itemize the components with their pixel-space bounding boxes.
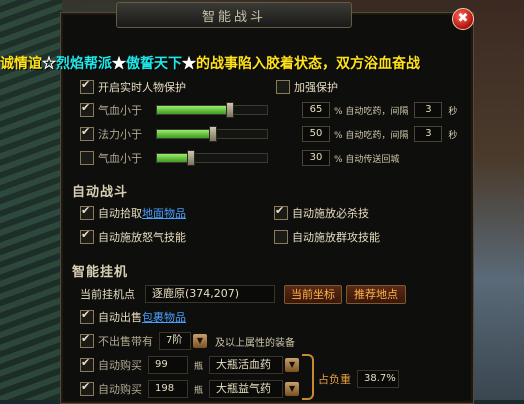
hang-point-row: 当前挂机点 逐鹿原(374,207) (80, 285, 275, 303)
hp-slider-thumb[interactable] (225, 102, 234, 118)
no-sell-level-dropdown-icon[interactable]: ▼ (193, 334, 207, 348)
auto-buy-hp-label: 自动购买 (98, 359, 142, 372)
no-sell-level-field[interactable]: 7阶 (159, 332, 191, 350)
hp-return-suffix: % 自动传送回城 (334, 154, 400, 165)
auto-battle-heading: 自动战斗 (72, 185, 129, 200)
auto-must-kill-label: 自动施放必杀技 (292, 207, 369, 220)
bag-items-link[interactable]: 包裹物品 (142, 309, 186, 325)
weight-row: 占负重 38.7% (318, 370, 399, 388)
hp-return-slider-fill (157, 154, 190, 162)
auto-buy-hp-unit: 瓶 (194, 361, 204, 372)
auto-buy-mp-label: 自动购买 (98, 383, 142, 396)
hp-suffix: % 自动吃药，间隔 (334, 106, 409, 117)
auto-sell-checkbox[interactable] (80, 308, 94, 324)
mp-slider-thumb[interactable] (209, 126, 217, 142)
marquee-part2: 烈焰帮派 (56, 56, 112, 72)
auto-must-kill-row: 自动施放必杀技 (274, 204, 369, 222)
auto-buy-hp-dropdown-icon[interactable]: ▼ (285, 358, 300, 372)
hp-slider-fill (157, 106, 229, 114)
mp-potion-checkbox[interactable] (80, 125, 94, 141)
marquee-star1: ☆ (42, 56, 56, 72)
hp-return-checkbox[interactable] (80, 151, 94, 165)
marquee-part3: 傲誓天下 (126, 56, 182, 72)
auto-rage-row: 自动施放怒气技能 (80, 228, 186, 246)
auto-pickup-checkbox[interactable] (80, 204, 94, 220)
current-coords-button[interactable]: 当前坐标 (284, 285, 342, 304)
recommend-location-button[interactable]: 推荐地点 (346, 285, 406, 304)
hp-potion-checkbox[interactable] (80, 101, 94, 117)
window-title: 智能战斗 (116, 2, 352, 28)
auto-sell-label: 自动出售 (98, 311, 142, 324)
auto-must-kill-checkbox[interactable] (274, 204, 288, 220)
hp-potion-row: 气血小于 65 % 自动吃药，间隔 3 秒 (80, 101, 457, 119)
auto-buy-mp-item[interactable]: 大瓶益气药 (209, 380, 284, 398)
hp-interval-unit: 秒 (448, 106, 458, 117)
mp-threshold-value[interactable]: 50 (302, 126, 330, 142)
auto-buy-hp-qty[interactable]: 99 (148, 356, 188, 374)
auto-buy-hp-checkbox[interactable] (80, 356, 94, 372)
auto-buy-mp-checkbox[interactable] (80, 380, 94, 396)
close-button[interactable]: ✖ (452, 8, 474, 30)
mp-interval-value[interactable]: 3 (414, 126, 443, 142)
auto-buy-mp-qty[interactable]: 198 (148, 380, 188, 398)
hp-threshold-label: 气血小于 (98, 104, 142, 117)
hang-point-field[interactable]: 逐鹿原(374,207) (145, 285, 275, 303)
mp-threshold-label: 法力小于 (98, 128, 142, 141)
hp-threshold-slider[interactable] (156, 102, 268, 118)
strengthen-protect-checkbox[interactable] (276, 80, 290, 94)
weight-label: 占负重 (318, 373, 351, 386)
auto-rage-label: 自动施放怒气技能 (98, 231, 186, 244)
auto-buy-mp-row: 自动购买 198 瓶 大瓶益气药 ▼ (80, 380, 300, 398)
no-sell-label: 不出售带有 (98, 335, 153, 348)
realtime-protect-checkbox[interactable] (80, 78, 94, 94)
hp-return-value[interactable]: 30 (302, 150, 330, 166)
realtime-protect-row: 开启实时人物保护 (80, 78, 186, 96)
hp-interval-value[interactable]: 3 (414, 102, 443, 118)
mp-slider-fill (157, 130, 212, 138)
auto-buy-mp-dropdown-icon[interactable]: ▼ (285, 382, 300, 396)
mp-potion-row: 法力小于 50 % 自动吃药，间隔 3 秒 (80, 125, 457, 143)
auto-sell-row: 自动出售 包裹物品 (80, 308, 186, 326)
hp-return-label: 气血小于 (98, 152, 142, 165)
system-broadcast-marquee: 诚情谊☆烈焰帮派★傲誓天下★的战事陷入胶着状态，双方浴血奋战 (0, 53, 524, 73)
mp-interval-unit: 秒 (448, 130, 458, 141)
auto-buy-mp-unit: 瓶 (194, 385, 204, 396)
auto-group-checkbox[interactable] (274, 230, 288, 244)
hp-return-slider[interactable] (156, 150, 268, 166)
hp-return-slider-thumb[interactable] (187, 150, 195, 166)
auto-hang-heading: 智能挂机 (72, 265, 129, 280)
marquee-star3: ★ (182, 56, 196, 72)
auto-rage-checkbox[interactable] (80, 228, 94, 244)
no-sell-row: 不出售带有 7阶 ▼ 及以上属性的装备 (80, 332, 295, 350)
strengthen-protect-row: 加强保护 (276, 78, 338, 96)
auto-group-row: 自动施放群攻技能 (274, 228, 380, 246)
mp-suffix: % 自动吃药，间隔 (334, 130, 409, 141)
hp-threshold-value[interactable]: 65 (302, 102, 330, 118)
ground-items-link[interactable]: 地面物品 (142, 205, 186, 221)
marquee-part4: 的战事陷入胶着状态，双方浴血奋战 (196, 56, 420, 72)
mp-threshold-slider[interactable] (156, 126, 268, 142)
hp-return-row: 气血小于 30 % 自动传送回城 (80, 149, 399, 167)
weight-value: 38.7% (357, 370, 399, 388)
marquee-part1: 诚情谊 (0, 56, 42, 72)
no-sell-suffix: 及以上属性的装备 (215, 337, 295, 349)
strengthen-protect-label: 加强保护 (294, 81, 338, 94)
weight-bracket (302, 354, 314, 400)
marquee-star2: ★ (112, 56, 126, 72)
auto-group-label: 自动施放群攻技能 (292, 231, 380, 244)
no-sell-checkbox[interactable] (80, 332, 94, 348)
hang-point-label: 当前挂机点 (80, 288, 135, 301)
auto-pickup-label: 自动拾取 (98, 207, 142, 220)
auto-pickup-row: 自动拾取 地面物品 (80, 204, 186, 222)
auto-buy-hp-row: 自动购买 99 瓶 大瓶活血药 ▼ (80, 356, 300, 374)
realtime-protect-label: 开启实时人物保护 (98, 81, 186, 94)
auto-buy-hp-item[interactable]: 大瓶活血药 (209, 356, 284, 374)
